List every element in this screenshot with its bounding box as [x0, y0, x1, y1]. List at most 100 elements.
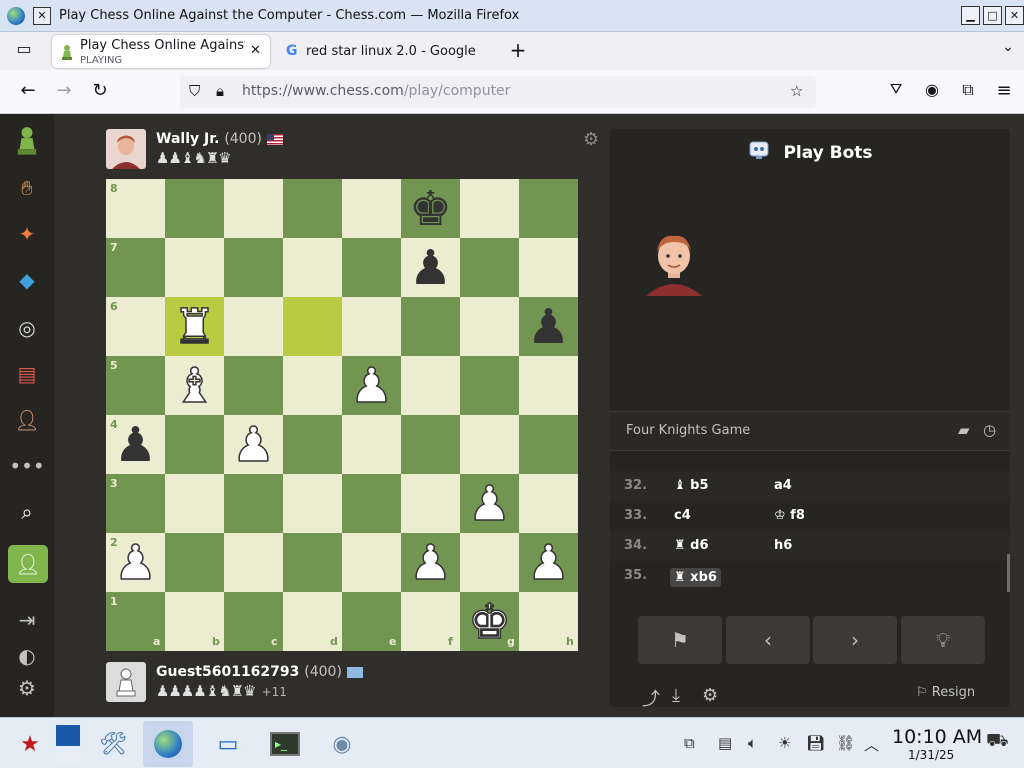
black-piece-f7[interactable]: ♟ — [401, 238, 460, 297]
player-avatar[interactable] — [106, 662, 146, 702]
close-window-button[interactable]: ✕ — [1005, 6, 1024, 25]
tray-drive-icon[interactable]: ⛟ — [986, 730, 1009, 754]
settings-tools-icon[interactable]: 🛠︎ — [88, 721, 138, 767]
theme-toggle-icon[interactable]: ◐ — [11, 640, 43, 672]
black-piece-h6[interactable]: ♟ — [519, 297, 578, 356]
opening-name[interactable]: Four Knights Game — [626, 423, 750, 438]
square-g7[interactable] — [460, 238, 519, 297]
square-c7[interactable] — [224, 238, 283, 297]
white-piece-g3[interactable]: ♟ — [460, 474, 519, 533]
square-d7[interactable] — [283, 238, 342, 297]
abort-flag-button[interactable]: ⚑ — [638, 616, 722, 664]
tab-google[interactable]: G red star linux 2.0 - Google Search — [280, 35, 490, 68]
window-menu-button[interactable]: ✕ — [33, 6, 51, 25]
list-tabs-chevron-down-icon[interactable]: ⌄ — [996, 39, 1020, 55]
new-tab-button[interactable]: + — [506, 38, 530, 62]
square-f4[interactable] — [401, 415, 460, 474]
maximize-button[interactable]: □ — [983, 6, 1002, 25]
show-desktop-icon[interactable] — [55, 721, 81, 767]
square-b4[interactable] — [165, 415, 224, 474]
red-star-start-icon[interactable]: ★ — [5, 721, 55, 767]
square-f3[interactable] — [401, 474, 460, 533]
square-h5[interactable] — [519, 356, 578, 415]
square-d6[interactable] — [283, 297, 342, 356]
bookmark-star-icon[interactable]: ☆ — [790, 82, 803, 100]
white-piece-g1[interactable]: ♚ — [460, 592, 519, 651]
tab-close-icon[interactable]: ✕ — [250, 43, 261, 58]
square-c3[interactable] — [224, 474, 283, 533]
white-piece-f2[interactable]: ♟ — [401, 533, 460, 592]
white-move[interactable]: ♜ xb6 — [670, 568, 721, 587]
black-piece-a4[interactable]: ♟ — [106, 415, 165, 474]
play-hand-icon[interactable]: ✋︎ — [11, 172, 43, 204]
black-piece-f8[interactable]: ♚ — [401, 179, 460, 238]
square-d4[interactable] — [283, 415, 342, 474]
brightness-icon[interactable]: ☀ — [778, 734, 791, 752]
square-c2[interactable] — [224, 533, 283, 592]
white-piece-h2[interactable]: ♟ — [519, 533, 578, 592]
settings-gear-icon[interactable]: ⚙ — [11, 672, 43, 704]
move-list-scrollbar[interactable] — [1007, 554, 1010, 592]
square-e2[interactable] — [342, 533, 401, 592]
square-e7[interactable] — [342, 238, 401, 297]
square-h8[interactable] — [519, 179, 578, 238]
network-icon[interactable]: ⛓ — [836, 734, 855, 752]
white-piece-b6[interactable]: ♜ — [165, 297, 224, 356]
square-d5[interactable] — [283, 356, 342, 415]
hint-button[interactable]: 💡︎ — [901, 616, 985, 664]
chess-logo-pawn-icon[interactable] — [11, 124, 43, 156]
square-h4[interactable] — [519, 415, 578, 474]
notes-icon[interactable]: ▤ — [718, 734, 732, 752]
book-icon[interactable]: ▰ — [958, 421, 970, 439]
square-c8[interactable] — [224, 179, 283, 238]
square-d2[interactable] — [283, 533, 342, 592]
square-e3[interactable] — [342, 474, 401, 533]
learn-icon[interactable]: ◆ — [11, 264, 43, 296]
board-settings-gear-icon[interactable]: ⚙ — [583, 129, 599, 150]
disc-icon[interactable]: ◉ — [317, 721, 367, 767]
square-h3[interactable] — [519, 474, 578, 533]
tab-chess[interactable]: Play Chess Online Against the Computer P… — [52, 35, 270, 68]
black-move[interactable]: a4 — [774, 478, 792, 493]
black-move[interactable]: ♔ f8 — [774, 508, 805, 523]
minimize-button[interactable]: ▁ — [961, 6, 980, 25]
previous-move-button[interactable]: ‹ — [726, 616, 810, 664]
square-e6[interactable] — [342, 297, 401, 356]
square-b2[interactable] — [165, 533, 224, 592]
url-text[interactable]: https://www.chess.com/play/computer — [242, 83, 510, 99]
square-b7[interactable] — [165, 238, 224, 297]
square-g5[interactable] — [460, 356, 519, 415]
white-move[interactable]: ♝ b5 — [674, 478, 709, 493]
square-d8[interactable] — [283, 179, 342, 238]
log-in-icon[interactable]: ⇥ — [11, 604, 43, 636]
square-e8[interactable] — [342, 179, 401, 238]
white-move[interactable]: ♜ d6 — [674, 538, 709, 553]
pocket-icon[interactable]: ⛛ — [884, 80, 908, 98]
chess-board[interactable]: 8 7 6 5 4 3 2 1 a b c d e f g h ♚ ♟ ♟ ♟ ♜ ♝ ♟ ♟ ♟ ♟ ♟ ♟ ♚ — [106, 179, 578, 651]
clock-time[interactable]: 10:10 AM — [892, 726, 982, 748]
square-g4[interactable] — [460, 415, 519, 474]
opponent-name[interactable]: Wally Jr. — [156, 131, 219, 147]
square-b8[interactable] — [165, 179, 224, 238]
square-g6[interactable] — [460, 297, 519, 356]
clock-date[interactable]: 1/31/25 — [908, 748, 954, 762]
black-move[interactable]: h6 — [774, 538, 792, 553]
share-icon[interactable]: ⤴ — [642, 685, 660, 707]
social-icon[interactable]: 👤︎ — [11, 404, 43, 436]
square-g8[interactable] — [460, 179, 519, 238]
firefox-view-icon[interactable]: ▭ — [12, 39, 36, 58]
watch-binoculars-icon[interactable]: ◎ — [11, 312, 43, 344]
square-b3[interactable] — [165, 474, 224, 533]
clipboard-icon[interactable]: ⧉ — [684, 734, 695, 752]
search-icon[interactable]: ⌕ — [11, 496, 43, 528]
player-name[interactable]: Guest5601162793 — [156, 664, 299, 680]
white-piece-c4[interactable]: ♟ — [224, 415, 283, 474]
download-icon[interactable]: ⤓ — [672, 685, 680, 706]
sign-up-button[interactable]: 👤︎ — [8, 545, 48, 583]
square-c6[interactable] — [224, 297, 283, 356]
menu-hamburger-icon[interactable]: ≡ — [992, 80, 1016, 101]
file-manager-folder-icon[interactable]: ▭ — [203, 721, 253, 767]
next-move-button[interactable]: › — [813, 616, 897, 664]
square-f6[interactable] — [401, 297, 460, 356]
tracking-shield-icon[interactable]: ⛉ — [189, 82, 200, 100]
